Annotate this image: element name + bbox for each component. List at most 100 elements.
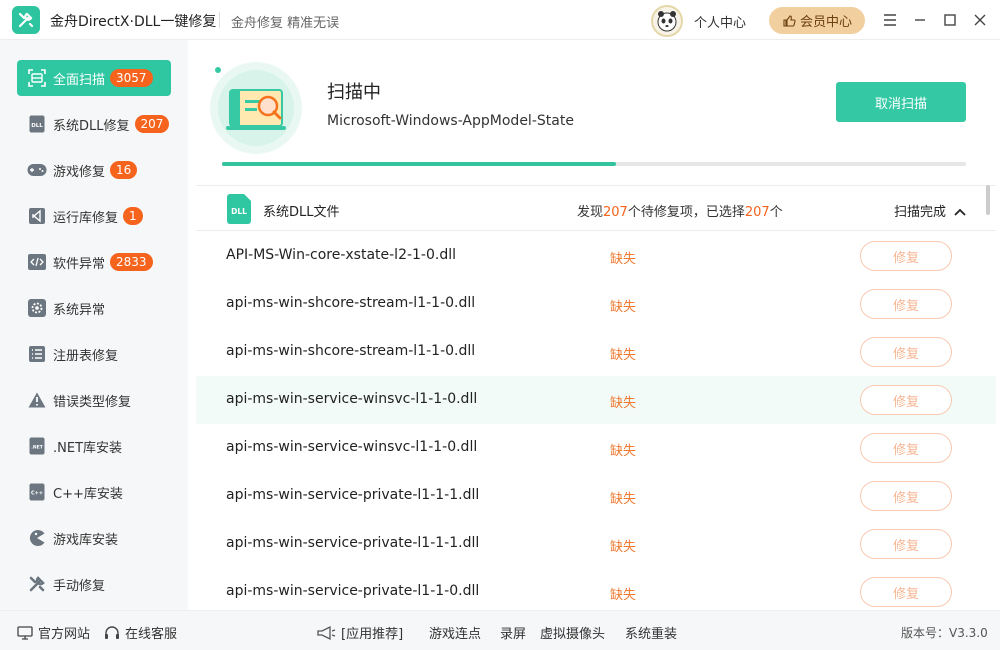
table-row[interactable]: api-ms-win-shcore-stream-l1-1-0.dll 缺失 修复 xyxy=(196,280,996,328)
svg-text:DLL: DLL xyxy=(31,123,43,129)
sidebar-item-label: 手动修复 xyxy=(53,578,106,594)
category-status: 扫描完成 xyxy=(894,205,947,220)
table-row[interactable]: api-ms-win-shcore-stream-l1-1-0.dll 缺失 修复 xyxy=(196,328,996,376)
count-badge: 207 xyxy=(134,115,170,133)
headset-icon xyxy=(105,625,119,639)
repair-button[interactable]: 修复 xyxy=(860,433,952,463)
table-row[interactable]: api-ms-win-service-private-l1-1-0.dll 缺失 修… xyxy=(196,568,996,610)
avatar[interactable] xyxy=(651,5,683,37)
cpp-icon: C++ xyxy=(27,482,47,502)
missing-status: 缺失 xyxy=(610,588,637,603)
scan-progress-bar xyxy=(222,162,966,166)
gear-icon xyxy=(27,298,47,318)
scan-current-item: Microsoft-Windows-AppModel-State xyxy=(327,113,574,129)
close-icon[interactable] xyxy=(970,10,990,30)
sidebar-item-label: 全面扫描 xyxy=(53,72,106,88)
footer-link-auto-clicker[interactable]: 游戏连点 xyxy=(429,623,481,642)
app-title: 金舟DirectX·DLL一键修复 xyxy=(50,14,217,30)
count-badge: 2833 xyxy=(110,253,153,271)
user-center-link[interactable]: 个人中心 xyxy=(694,12,746,31)
scanning-illustration xyxy=(208,60,304,156)
minimize-icon[interactable] xyxy=(910,10,930,30)
missing-status: 缺失 xyxy=(610,252,637,267)
monitor-icon xyxy=(17,625,33,640)
chevron-up-icon xyxy=(954,208,966,216)
sidebar-item-label: .NET库安装 xyxy=(53,440,123,456)
sidebar-item-full-scan[interactable]: 全面扫描 3057 xyxy=(17,60,171,96)
sidebar-item-system-dll[interactable]: DLL 系统DLL修复 207 xyxy=(17,106,171,142)
app-recommend: [应用推荐] xyxy=(316,623,403,642)
pacman-icon xyxy=(27,528,47,548)
table-row[interactable]: API-MS-Win-core-xstate-l2-1-0.dll 缺失 修复 xyxy=(196,232,996,280)
main-panel: 扫描中 Microsoft-Windows-AppModel-State 取消扫… xyxy=(188,40,1000,610)
sidebar-item-manual-repair[interactable]: 手动修复 xyxy=(17,566,171,602)
dll-name: api-ms-win-service-private-l1-1-1.dll xyxy=(226,535,480,551)
version-label: 版本号：V3.3.0 xyxy=(901,626,988,640)
sidebar-item-label: 注册表修复 xyxy=(53,348,119,364)
app-logo-icon xyxy=(12,6,40,34)
gamepad-icon xyxy=(27,160,47,180)
repair-button[interactable]: 修复 xyxy=(860,577,952,607)
dll-file-icon: DLL xyxy=(226,194,252,224)
vip-center-button[interactable]: 会员中心 xyxy=(769,7,865,34)
sidebar-item-software-error[interactable]: 软件异常 2833 xyxy=(17,244,171,280)
repair-button[interactable]: 修复 xyxy=(860,337,952,367)
table-row[interactable]: api-ms-win-service-winsvc-l1-1-0.dll 缺失 修复 xyxy=(196,376,996,424)
footer: 官方网站 在线客服 [应用推荐] 游戏连点 录屏 虚拟摄像头 系统重装 版本号：… xyxy=(0,610,1000,650)
thumbs-up-icon xyxy=(783,14,796,27)
sidebar-item-dotnet-install[interactable]: .NET .NET库安装 xyxy=(17,428,171,464)
maximize-icon[interactable] xyxy=(940,10,960,30)
repair-button[interactable]: 修复 xyxy=(860,481,952,511)
sidebar-item-label: 系统异常 xyxy=(53,302,106,318)
sidebar-item-system-error[interactable]: 系统异常 xyxy=(17,290,171,326)
sidebar-item-label: 系统DLL修复 xyxy=(53,118,130,134)
dll-name: api-ms-win-shcore-stream-l1-1-0.dll xyxy=(226,343,476,359)
table-row[interactable]: api-ms-win-service-winsvc-l1-1-0.dll 缺失 修复 xyxy=(196,424,996,472)
code-icon xyxy=(27,252,47,272)
repair-button[interactable]: 修复 xyxy=(860,529,952,559)
count-badge: 16 xyxy=(110,161,138,179)
dll-name: api-ms-win-shcore-stream-l1-1-0.dll xyxy=(226,295,476,311)
selected-count: 207 xyxy=(744,205,770,220)
missing-status: 缺失 xyxy=(610,396,637,411)
sidebar-item-game-lib-install[interactable]: 游戏库安装 xyxy=(17,520,171,556)
sidebar-item-registry-repair[interactable]: 注册表修复 xyxy=(17,336,171,372)
sidebar-item-label: 运行库修复 xyxy=(53,210,119,226)
dll-icon: DLL xyxy=(27,114,47,134)
menu-icon[interactable] xyxy=(880,10,900,30)
scan-progress-fill xyxy=(222,162,617,166)
dll-name: api-ms-win-service-private-l1-1-0.dll xyxy=(226,583,480,599)
category-summary: 发现207个待修复项，已选择207个 xyxy=(577,205,783,220)
sidebar-item-game-repair[interactable]: 游戏修复 16 xyxy=(17,152,171,188)
footer-link-virtual-camera[interactable]: 虚拟摄像头 xyxy=(540,623,605,642)
table-row[interactable]: api-ms-win-service-private-l1-1-1.dll 缺失 修… xyxy=(196,472,996,520)
sidebar-item-label: 游戏修复 xyxy=(53,164,106,180)
table-row[interactable]: api-ms-win-service-private-l1-1-1.dll 缺失 修… xyxy=(196,520,996,568)
footer-link-system-reinstall[interactable]: 系统重装 xyxy=(625,623,677,642)
missing-status: 缺失 xyxy=(610,540,637,555)
dotnet-icon: .NET xyxy=(27,436,47,456)
sidebar-item-cpp-install[interactable]: C++ C++库安装 xyxy=(17,474,171,510)
sidebar-item-label: 错误类型修复 xyxy=(53,394,132,410)
title-divider xyxy=(219,12,220,28)
repair-button[interactable]: 修复 xyxy=(860,385,952,415)
cancel-scan-button[interactable]: 取消扫描 xyxy=(836,82,966,122)
repair-button[interactable]: 修复 xyxy=(860,289,952,319)
sidebar: 全面扫描 3057 DLL 系统DLL修复 207 游戏修复 16 运行库修复 … xyxy=(0,40,188,610)
category-collapse-toggle[interactable]: 扫描完成 xyxy=(894,201,966,220)
scan-status-title: 扫描中 xyxy=(327,82,381,103)
sidebar-item-error-type-repair[interactable]: 错误类型修复 xyxy=(17,382,171,418)
official-site-link[interactable]: 官方网站 xyxy=(17,623,90,642)
warning-icon xyxy=(27,390,47,410)
sidebar-item-runtime-repair[interactable]: 运行库修复 1 xyxy=(17,198,171,234)
svg-text:.NET: .NET xyxy=(31,445,44,451)
category-name: 系统DLL文件 xyxy=(263,205,340,220)
repair-button[interactable]: 修复 xyxy=(860,241,952,271)
scrollbar[interactable] xyxy=(986,185,990,215)
count-badge: 3057 xyxy=(110,69,153,87)
dll-name: api-ms-win-service-winsvc-l1-1-0.dll xyxy=(226,391,478,407)
online-service-link[interactable]: 在线客服 xyxy=(104,623,177,642)
count-badge: 1 xyxy=(123,207,143,225)
footer-link-screen-recorder[interactable]: 录屏 xyxy=(500,623,526,642)
dll-name: api-ms-win-service-private-l1-1-1.dll xyxy=(226,487,480,503)
